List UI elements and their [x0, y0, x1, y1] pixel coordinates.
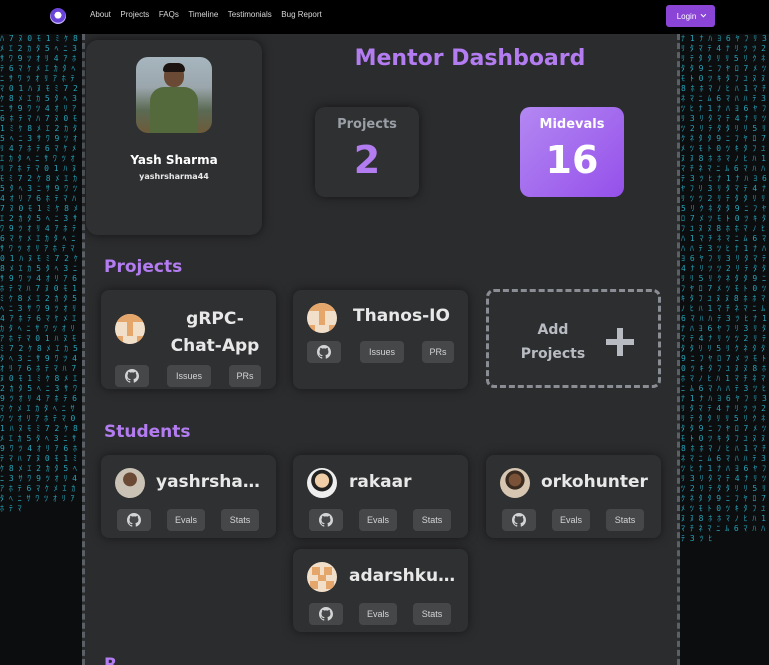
nav-links: About Projects FAQs Timeline Testimonial… [90, 10, 331, 19]
stats-button[interactable]: Stats [413, 509, 451, 531]
projects-stat-label: Projects [337, 117, 397, 132]
github-button[interactable] [115, 365, 149, 387]
add-project-card[interactable]: Add Projects [486, 289, 661, 388]
profile-username: yashrsharma44 [139, 172, 209, 181]
navbar: About Projects FAQs Timeline Testimonial… [0, 0, 769, 34]
github-icon [319, 607, 333, 621]
projects-heading: Projects [104, 257, 183, 277]
midevals-stat-card: Midevals 16 [520, 107, 624, 197]
nav-link-projects[interactable]: Projects [120, 10, 149, 19]
next-section-heading: R [104, 655, 118, 665]
prs-button[interactable]: PRs [229, 365, 261, 387]
students-heading: Students [104, 422, 191, 442]
student-card: rakaar Evals Stats [293, 455, 468, 538]
plus-icon [606, 328, 634, 356]
github-icon [319, 513, 333, 527]
issues-button[interactable]: Issues [360, 341, 404, 363]
nav-link-about[interactable]: About [90, 10, 111, 19]
stats-button[interactable]: Stats [413, 603, 451, 625]
evals-button[interactable]: Evals [552, 509, 590, 531]
projects-stat-value: 2 [353, 138, 381, 182]
github-button[interactable] [307, 341, 341, 363]
project-avatar [115, 314, 145, 344]
student-avatar [307, 562, 337, 592]
github-icon [127, 513, 141, 527]
student-name: adarshkuma... [349, 566, 461, 586]
site-logo[interactable] [50, 8, 66, 24]
nav-link-timeline[interactable]: Timeline [188, 10, 218, 19]
student-avatar [500, 468, 530, 498]
profile-avatar [136, 57, 212, 133]
github-icon [512, 513, 526, 527]
project-title: Thanos-IO [353, 306, 450, 326]
nav-link-faqs[interactable]: FAQs [159, 10, 179, 19]
evals-button[interactable]: Evals [359, 509, 397, 531]
project-title: gRPC-Chat-App [170, 309, 260, 356]
student-name: rakaar [349, 472, 412, 492]
nav-link-testimonials[interactable]: Testimonials [228, 10, 272, 19]
add-project-label: Add Projects [520, 322, 586, 362]
github-button[interactable] [309, 603, 343, 625]
student-name: orkohunter [541, 472, 648, 492]
matrix-background-right: ﾅ 1 ﾅ ﾊ ﾖ 6 ﾔ ﾌ ﾘ 3 ﾘ ﾀ ﾏ ﾃ 4 ﾅ ﾘ ﾂ ﾂ 2 … [681, 34, 767, 543]
student-avatar [115, 468, 145, 498]
evals-button[interactable]: Evals [359, 603, 397, 625]
stats-button[interactable]: Stats [221, 509, 259, 531]
evals-button[interactable]: Evals [167, 509, 205, 531]
github-button[interactable] [502, 509, 536, 531]
midevals-stat-value: 16 [545, 138, 599, 182]
project-avatar [307, 303, 337, 333]
projects-stat-card: Projects 2 [315, 107, 419, 197]
matrix-background-left: ﾊ 7 ﾇ 0 ﾓ 1 ﾐ ｹ 8 ﾒ ｴ 2 ｶ ﾀ 5 ﾍ ﾆ 3 ｻ ﾜ … [0, 34, 78, 513]
stats-button[interactable]: Stats [606, 509, 644, 531]
nav-link-bug-report[interactable]: Bug Report [281, 10, 321, 19]
github-button[interactable] [309, 509, 343, 531]
login-label: Login [676, 11, 697, 21]
student-card: adarshkuma... Evals Stats [293, 549, 468, 632]
student-card: orkohunter Evals Stats [486, 455, 661, 538]
page-title: Mentor Dashboard [354, 46, 586, 71]
github-icon [125, 369, 139, 383]
prs-button[interactable]: PRs [422, 341, 454, 363]
profile-name: Yash Sharma [130, 153, 218, 167]
issues-button[interactable]: Issues [167, 365, 211, 387]
student-card: yashrsharm... Evals Stats [101, 455, 276, 538]
project-card: Thanos-IO Issues PRs [293, 290, 468, 389]
login-button[interactable]: Login [666, 5, 715, 27]
github-icon [317, 345, 331, 359]
github-button[interactable] [117, 509, 151, 531]
project-card: gRPC-Chat-App Issues PRs [101, 290, 276, 389]
student-name: yashrsharm... [156, 472, 268, 492]
chevron-down-icon [700, 11, 707, 18]
student-avatar [307, 468, 337, 498]
midevals-stat-label: Midevals [539, 117, 605, 132]
